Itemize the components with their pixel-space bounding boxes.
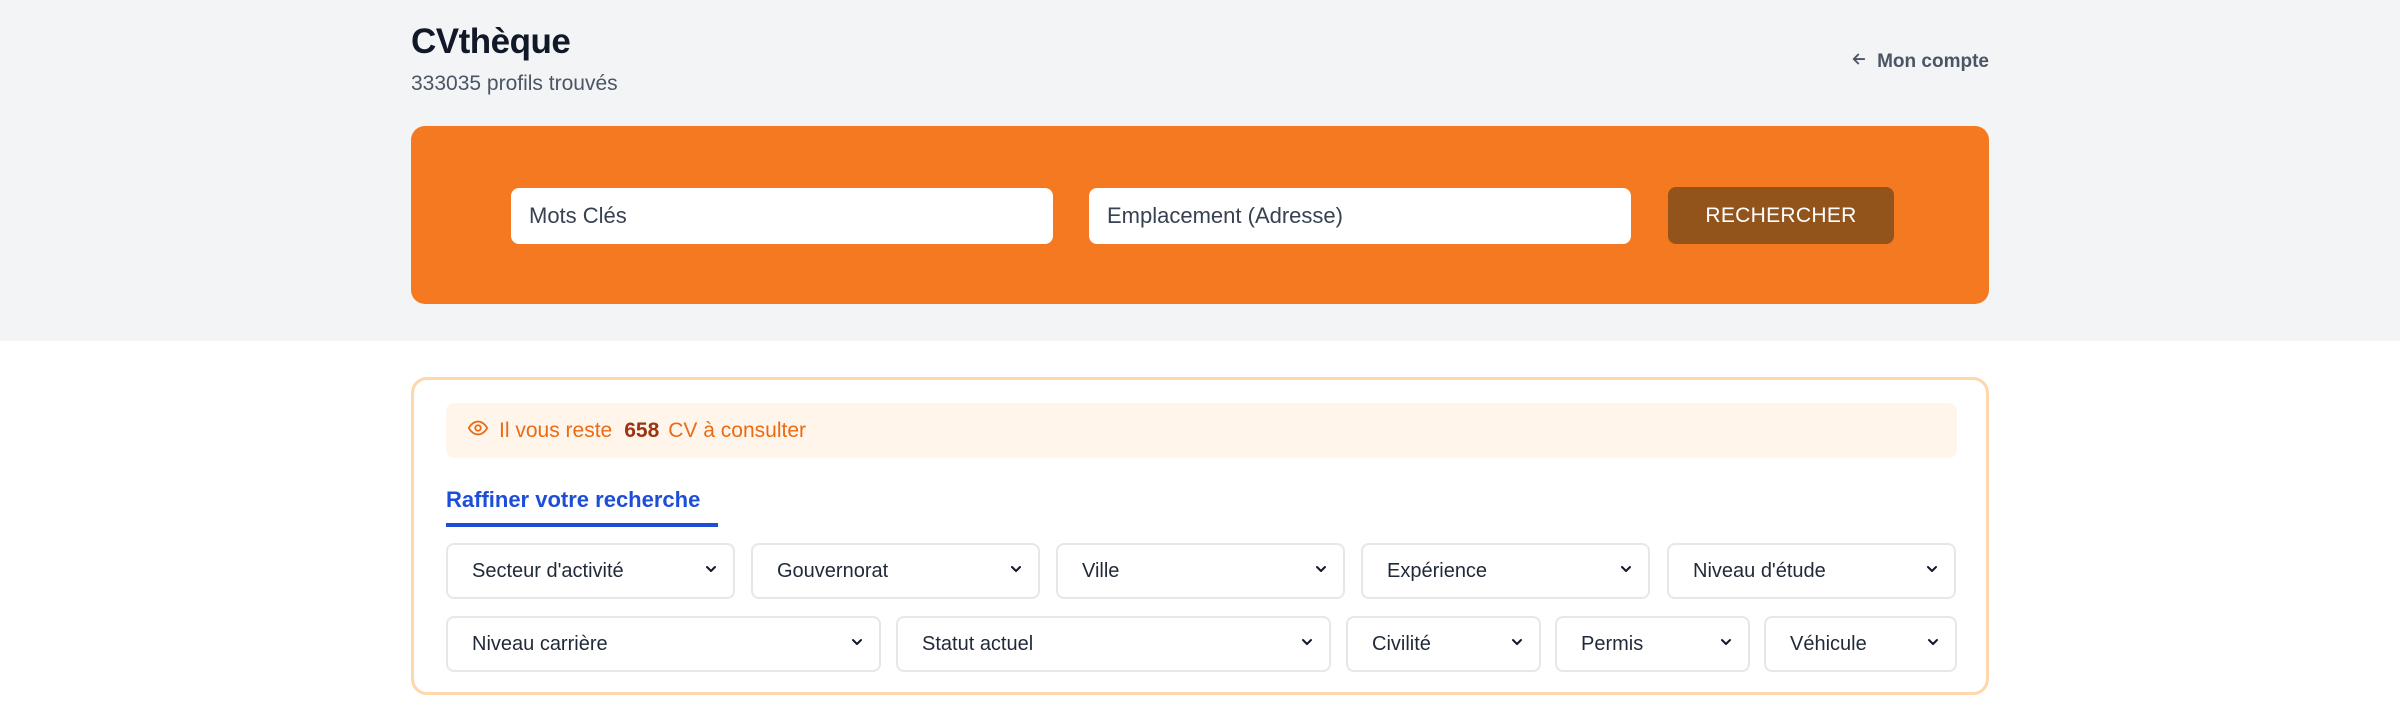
career-level-select[interactable]: Niveau carrière	[446, 616, 881, 672]
education-level-select[interactable]: Niveau d'étude	[1667, 543, 1956, 599]
search-panel: RECHERCHER	[411, 126, 1989, 304]
chevron-down-icon	[1925, 633, 1941, 656]
license-select-label: Permis	[1581, 632, 1644, 655]
chevron-down-icon	[1924, 560, 1940, 583]
search-button[interactable]: RECHERCHER	[1668, 187, 1894, 244]
chevron-down-icon	[1509, 633, 1525, 656]
location-input[interactable]	[1089, 188, 1631, 244]
profile-count: 333035 profils trouvés	[411, 72, 618, 95]
governorate-select-label: Gouvernorat	[777, 559, 889, 582]
current-status-select[interactable]: Statut actuel	[896, 616, 1331, 672]
quota-count: 658	[624, 418, 660, 442]
experience-select[interactable]: Expérience	[1361, 543, 1650, 599]
filters-card: Il vous reste 658 CV à consulter Raffine…	[411, 377, 1989, 695]
chevron-down-icon	[849, 633, 865, 656]
governorate-select[interactable]: Gouvernorat	[751, 543, 1040, 599]
chevron-down-icon	[1618, 560, 1634, 583]
eye-icon	[467, 417, 499, 445]
current-status-select-label: Statut actuel	[922, 632, 1034, 655]
license-select[interactable]: Permis	[1555, 616, 1750, 672]
career-level-select-label: Niveau carrière	[472, 632, 608, 655]
chevron-down-icon	[1008, 560, 1024, 583]
arrow-left-icon	[1850, 50, 1868, 74]
quota-prefix: Il vous reste	[499, 418, 613, 442]
chevron-down-icon	[1299, 633, 1315, 656]
chevron-down-icon	[1313, 560, 1329, 583]
civility-select-label: Civilité	[1372, 632, 1431, 655]
experience-select-label: Expérience	[1387, 559, 1488, 582]
chevron-down-icon	[703, 560, 719, 583]
keywords-input[interactable]	[511, 188, 1053, 244]
sector-select-label: Secteur d'activité	[472, 559, 624, 582]
education-level-select-label: Niveau d'étude	[1693, 559, 1826, 582]
civility-select[interactable]: Civilité	[1346, 616, 1541, 672]
vehicle-select[interactable]: Véhicule	[1764, 616, 1957, 672]
account-link-label: Mon compte	[1877, 51, 1989, 72]
city-select-label: Ville	[1082, 559, 1120, 582]
account-link[interactable]: Mon compte	[1850, 50, 1989, 74]
vehicle-select-label: Véhicule	[1790, 632, 1867, 655]
quota-suffix: CV à consulter	[668, 418, 806, 442]
page-title: CVthèque	[411, 22, 571, 61]
tab-refine-search[interactable]: Raffiner votre recherche	[446, 487, 719, 527]
sector-select[interactable]: Secteur d'activité	[446, 543, 735, 599]
chevron-down-icon	[1718, 633, 1734, 656]
quota-banner: Il vous reste 658 CV à consulter	[446, 403, 1957, 458]
city-select[interactable]: Ville	[1056, 543, 1345, 599]
